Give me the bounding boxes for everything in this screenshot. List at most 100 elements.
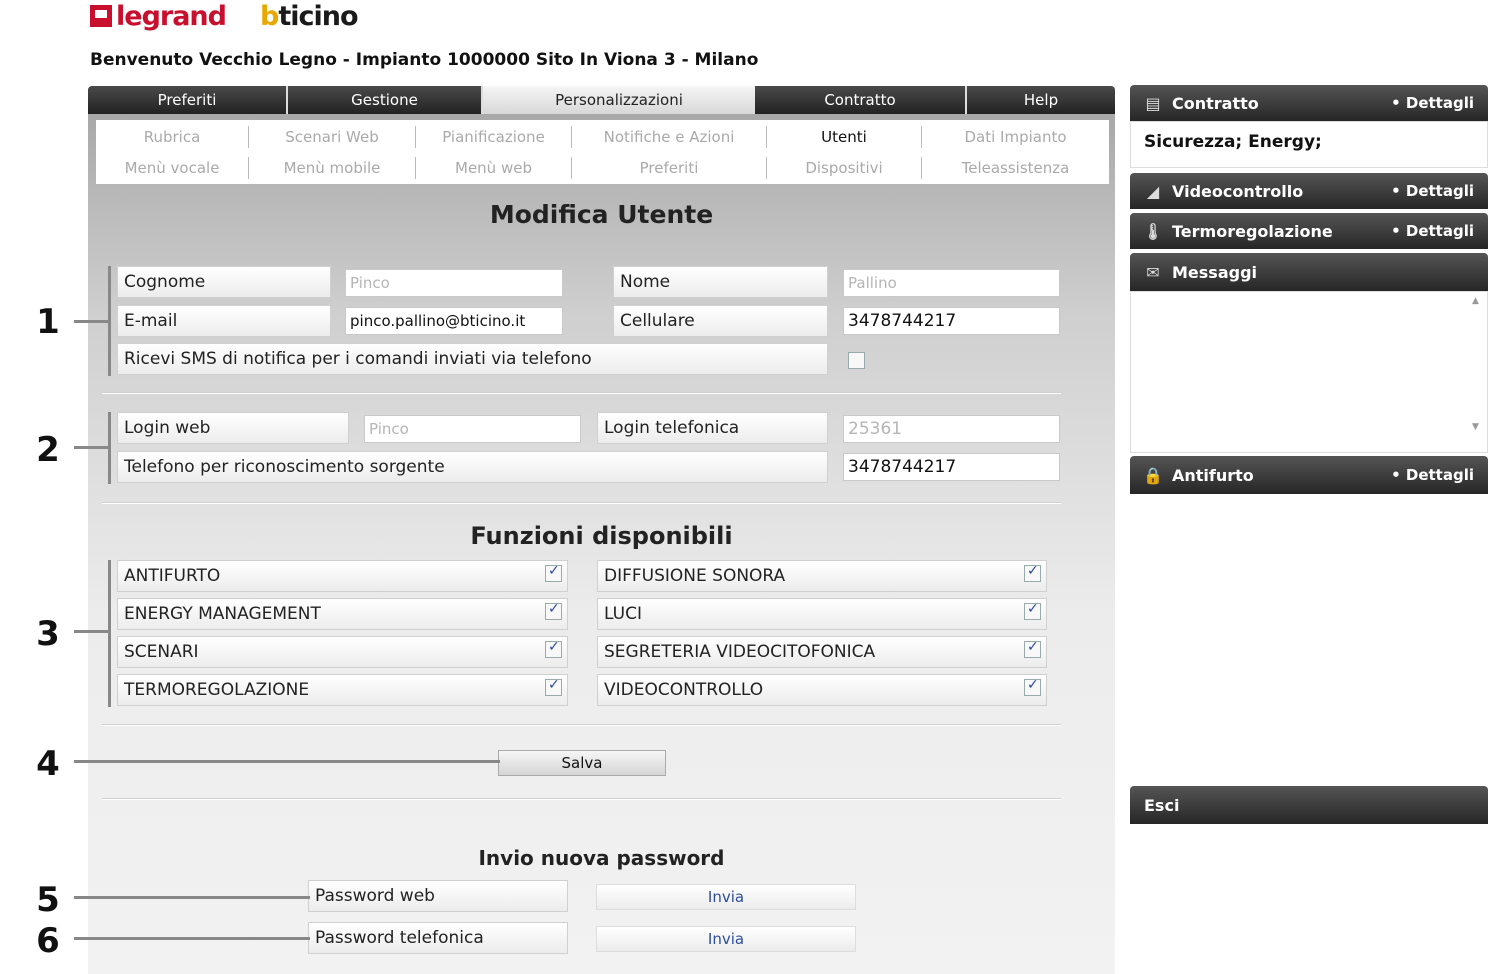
callout-2: 2 bbox=[36, 430, 60, 470]
password-telefonica-label: Password telefonica bbox=[308, 922, 568, 954]
login-web-label: Login web bbox=[117, 412, 349, 444]
subnav-teleassistenza[interactable]: Teleassistenza bbox=[922, 157, 1109, 179]
divider bbox=[102, 502, 1061, 504]
scroll-up-icon[interactable]: ▲ bbox=[1472, 296, 1479, 306]
password-web-label: Password web bbox=[308, 880, 568, 912]
callout-4-line bbox=[74, 760, 500, 763]
subnav-row-2: Menù vocale Menù mobile Menù web Preferi… bbox=[96, 153, 1109, 183]
callout-5: 5 bbox=[36, 880, 60, 920]
subnav-rubrica[interactable]: Rubrica bbox=[96, 126, 249, 148]
nome-label: Nome bbox=[613, 266, 828, 298]
email-input[interactable]: pinco.pallino@bticino.it bbox=[345, 307, 563, 335]
sidebar-videocontrollo-header: ◢ Videocontrollo • Dettagli bbox=[1130, 173, 1488, 209]
password-web-send-button[interactable]: Invia bbox=[596, 884, 856, 910]
callout-3-line bbox=[74, 630, 110, 633]
function-termoregolazione-checkbox[interactable] bbox=[545, 677, 562, 696]
legrand-mark-icon bbox=[90, 5, 112, 27]
cognome-input[interactable]: Pinco bbox=[345, 269, 563, 297]
subnav-dati-impianto[interactable]: Dati Impianto bbox=[922, 126, 1109, 148]
tab-gestione[interactable]: Gestione bbox=[288, 86, 483, 114]
messaggi-list[interactable]: ▲ ▼ bbox=[1130, 291, 1488, 453]
cellulare-label: Cellulare bbox=[613, 305, 828, 337]
callout-1-line bbox=[74, 320, 110, 323]
function-segreteria-videocitofonica-checkbox[interactable] bbox=[1024, 639, 1041, 658]
sidebar-messaggi-title: Messaggi bbox=[1172, 262, 1258, 282]
callout-6: 6 bbox=[36, 921, 60, 961]
welcome-text: Benvenuto Vecchio Legno - Impianto 10000… bbox=[90, 50, 759, 70]
telefono-sorgente-input[interactable]: 3478744217 bbox=[843, 453, 1060, 481]
telefono-sorgente-label: Telefono per riconoscimento sorgente bbox=[117, 451, 828, 483]
function-scenari: SCENARI bbox=[117, 636, 568, 668]
subnav-pianificazione[interactable]: Pianificazione bbox=[416, 126, 572, 148]
function-antifurto-checkbox[interactable] bbox=[545, 563, 562, 582]
function-videocontrollo: VIDEOCONTROLLO bbox=[597, 674, 1047, 706]
subnav-menu-web[interactable]: Menù web bbox=[416, 157, 572, 179]
login-telefonica-input[interactable]: 25361 bbox=[843, 415, 1060, 443]
subnav-scenari-web[interactable]: Scenari Web bbox=[249, 126, 416, 148]
sms-notifica-checkbox[interactable] bbox=[848, 352, 865, 369]
tab-contratto[interactable]: Contratto bbox=[755, 86, 967, 114]
cognome-label: Cognome bbox=[117, 266, 331, 298]
function-videocontrollo-checkbox[interactable] bbox=[1024, 677, 1041, 696]
callout-2-line bbox=[74, 446, 110, 449]
legrand-logo: legrand bbox=[90, 0, 227, 32]
function-luci: LUCI bbox=[597, 598, 1047, 630]
function-diffusione-sonora-checkbox[interactable] bbox=[1024, 563, 1041, 582]
sidebar-contratto-header: ▤ Contratto • Dettagli bbox=[1130, 85, 1488, 121]
password-section-title: Invio nuova password bbox=[478, 846, 725, 870]
divider bbox=[102, 392, 1061, 394]
bticino-logo: b ticino bbox=[260, 0, 359, 32]
login-telefonica-label: Login telefonica bbox=[597, 412, 828, 444]
tab-personalizzazioni[interactable]: Personalizzazioni bbox=[483, 86, 755, 114]
tab-preferiti[interactable]: Preferiti bbox=[88, 86, 288, 114]
sidebar-contratto-body: Sicurezza; Energy; bbox=[1130, 121, 1488, 168]
cellulare-input[interactable]: 3478744217 bbox=[843, 307, 1060, 335]
termoregolazione-dettagli-link[interactable]: • Dettagli bbox=[1391, 222, 1474, 240]
function-energy-management-checkbox[interactable] bbox=[545, 601, 562, 620]
subnav-notifiche-azioni[interactable]: Notifiche e Azioni bbox=[572, 126, 767, 148]
lock-icon: 🔒 bbox=[1143, 465, 1163, 485]
sidebar-contratto-title: Contratto bbox=[1172, 93, 1259, 113]
sidebar-videocontrollo-title: Videocontrollo bbox=[1172, 181, 1304, 201]
thermometer-icon: 🌡 bbox=[1142, 221, 1164, 241]
function-segreteria-videocitofonica: SEGRETERIA VIDEOCITOFONICA bbox=[597, 636, 1047, 668]
callout-3: 3 bbox=[36, 614, 60, 654]
sidebar-antifurto-title: Antifurto bbox=[1172, 465, 1254, 485]
email-label: E-mail bbox=[117, 305, 331, 337]
callout-5-line bbox=[74, 896, 310, 899]
sidebar-termoregolazione-header: 🌡 Termoregolazione • Dettagli bbox=[1130, 213, 1488, 249]
login-web-input[interactable]: Pinco bbox=[364, 415, 581, 443]
section-3-bar bbox=[108, 560, 111, 707]
tab-help[interactable]: Help bbox=[967, 86, 1115, 114]
subnav-dispositivi[interactable]: Dispositivi bbox=[767, 157, 922, 179]
document-icon: ▤ bbox=[1145, 93, 1161, 113]
subnav-menu-mobile[interactable]: Menù mobile bbox=[249, 157, 416, 179]
videocontrollo-dettagli-link[interactable]: • Dettagli bbox=[1391, 182, 1474, 200]
sidebar-messaggi-header: ✉ Messaggi bbox=[1130, 253, 1488, 291]
messaggi-scrollbar[interactable]: ▲ ▼ bbox=[1469, 294, 1485, 450]
bticino-logo-b: b bbox=[260, 0, 279, 32]
scroll-down-icon[interactable]: ▼ bbox=[1472, 422, 1479, 432]
sms-notifica-label: Ricevi SMS di notifica per i comandi inv… bbox=[117, 343, 828, 375]
subnav-preferiti[interactable]: Preferiti bbox=[572, 157, 767, 179]
function-antifurto: ANTIFURTO bbox=[117, 560, 568, 592]
functions-title: Funzioni disponibili bbox=[470, 522, 733, 550]
camera-icon: ◢ bbox=[1146, 181, 1160, 201]
logout-button[interactable]: Esci bbox=[1130, 786, 1488, 824]
subnav-menu-vocale[interactable]: Menù vocale bbox=[96, 157, 249, 179]
page-root: legrand b ticino Benvenuto Vecchio Legno … bbox=[0, 0, 1488, 974]
save-button[interactable]: Salva bbox=[498, 750, 666, 776]
callout-1: 1 bbox=[36, 302, 60, 342]
nome-input[interactable]: Pallino bbox=[843, 269, 1060, 297]
function-scenari-checkbox[interactable] bbox=[545, 639, 562, 658]
subnav-row-1: Rubrica Scenari Web Pianificazione Notif… bbox=[96, 122, 1109, 152]
subnav-utenti[interactable]: Utenti bbox=[767, 126, 922, 148]
antifurto-dettagli-link[interactable]: • Dettagli bbox=[1391, 466, 1474, 484]
divider bbox=[102, 724, 1061, 726]
function-termoregolazione: TERMOREGOLAZIONE bbox=[117, 674, 568, 706]
function-energy-management: ENERGY MANAGEMENT bbox=[117, 598, 568, 630]
contratto-dettagli-link[interactable]: • Dettagli bbox=[1391, 94, 1474, 112]
function-luci-checkbox[interactable] bbox=[1024, 601, 1041, 620]
envelope-icon: ✉ bbox=[1146, 262, 1160, 282]
password-telefonica-send-button[interactable]: Invia bbox=[596, 926, 856, 952]
